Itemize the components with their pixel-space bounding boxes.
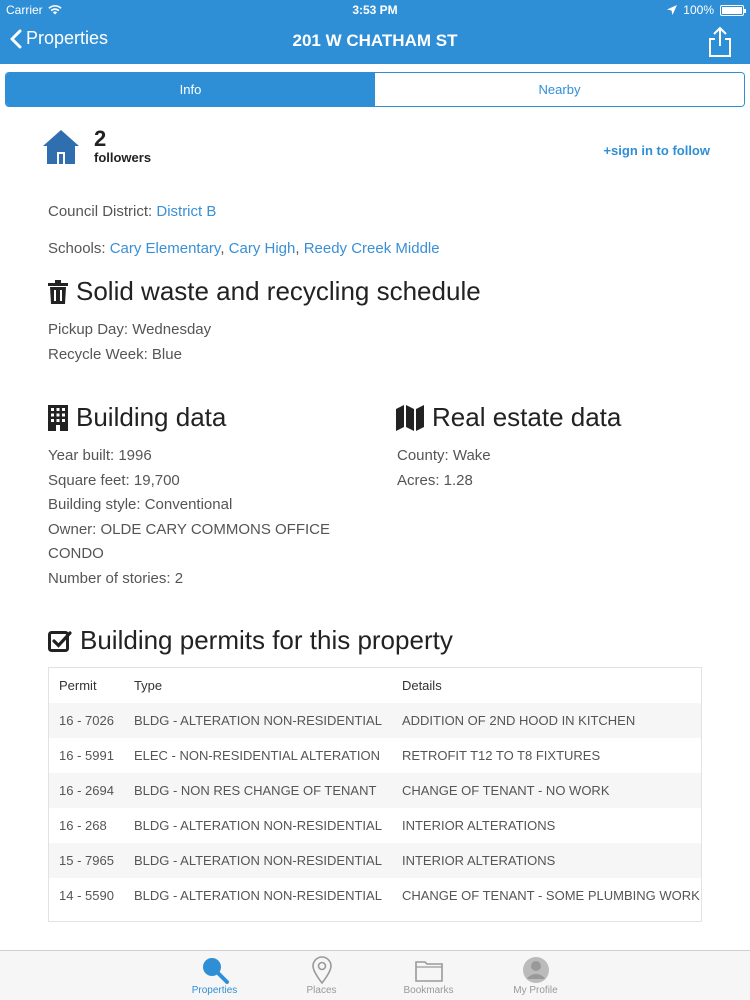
tab-nearby[interactable]: Nearby: [375, 73, 744, 106]
table-row[interactable]: 16 - 2694 BLDG - NON RES CHANGE OF TENAN…: [49, 773, 701, 808]
permit-details: CHANGE OF TENANT - SOME PLUMBING WORK: [401, 888, 700, 903]
acres: Acres: 1.28: [397, 471, 473, 489]
permit-details: INTERIOR ALTERATIONS: [401, 818, 556, 833]
tabbar-label-places: Places: [306, 985, 337, 996]
waste-details: Pickup Day: Wednesday Recycle Week: Blue: [48, 318, 211, 367]
share-icon[interactable]: [706, 26, 734, 58]
column-header-details: Details: [401, 678, 442, 693]
followers-label: followers: [94, 150, 152, 165]
table-row[interactable]: 14 - 5590 BLDG - ALTERATION NON-RESIDENT…: [49, 878, 701, 913]
column-header-permit: Permit: [59, 678, 97, 693]
map-pin-icon: [311, 956, 332, 985]
county: County: Wake: [397, 447, 491, 464]
waste-section-heading: Solid waste and recycling schedule: [48, 276, 481, 307]
permit-details: INTERIOR ALTERATIONS: [401, 853, 556, 868]
permits-section-heading: Building permits for this property: [48, 625, 453, 656]
council-district-row: Council District: District B: [48, 203, 216, 220]
council-district-label: Council District:: [48, 203, 153, 220]
table-row[interactable]: 16 - 7026 BLDG - ALTERATION NON-RESIDENT…: [49, 703, 701, 738]
profile-icon: [522, 957, 549, 983]
building-icon: [48, 404, 68, 431]
permit-number: 14 - 5590: [59, 888, 114, 903]
square-feet: Square feet: 19,700: [48, 471, 180, 489]
permits-table: Permit Type Details 16 - 7026 BLDG - ALT…: [48, 667, 702, 922]
realestate-details: County: Wake Acres: 1.28: [397, 444, 491, 493]
status-time: 3:53 PM: [352, 3, 398, 17]
number-of-stories: Number of stories: 2: [48, 569, 184, 587]
permit-number: 16 - 268: [59, 818, 107, 833]
table-row[interactable]: 16 - 5991 ELEC - NON-RESIDENTIAL ALTERAT…: [49, 738, 701, 773]
checkbox-checked-icon: [48, 630, 72, 652]
tabbar-item-properties[interactable]: Properties: [161, 951, 268, 1000]
permit-type: BLDG - ALTERATION NON-RESIDENTIAL: [133, 818, 382, 833]
location-arrow-icon: [667, 5, 678, 15]
waste-section-title: Solid waste and recycling schedule: [76, 276, 481, 306]
permit-details: RETROFIT T12 TO T8 FIXTURES: [401, 748, 601, 763]
home-icon: [43, 129, 79, 164]
permit-type: BLDG - ALTERATION NON-RESIDENTIAL: [133, 713, 382, 728]
tab-info[interactable]: Info: [6, 73, 375, 106]
tabbar-item-places[interactable]: Places: [268, 951, 375, 1000]
column-header-type: Type: [133, 678, 163, 693]
council-district-link[interactable]: District B: [156, 203, 216, 220]
pickup-day: Pickup Day: Wednesday: [48, 321, 212, 338]
permit-number: 16 - 2694: [59, 783, 114, 798]
trash-icon: [48, 279, 68, 304]
permit-details: ADDITION OF 2ND HOOD IN KITCHEN: [401, 713, 636, 728]
recycle-week: Recycle Week: Blue: [48, 345, 182, 363]
tabbar-label-profile: My Profile: [513, 985, 558, 996]
tabbar-item-bookmarks[interactable]: Bookmarks: [375, 951, 482, 1000]
tab-bar: Properties Places Bookmarks My Profile: [0, 950, 750, 1000]
permits-section-title: Building permits for this property: [80, 625, 453, 655]
permit-number: 16 - 5991: [59, 748, 114, 763]
schools-row: Schools: Cary Elementary, Cary High, Ree…: [48, 240, 440, 257]
sign-in-to-follow-link[interactable]: +sign in to follow: [603, 143, 710, 158]
school-link-elementary[interactable]: Cary Elementary: [110, 240, 221, 257]
status-right: 100%: [667, 3, 746, 17]
permit-number: 15 - 7965: [59, 853, 114, 868]
tabbar-label-properties: Properties: [191, 985, 238, 996]
building-style: Building style: Conventional: [48, 496, 233, 513]
building-details: Year built: 1996 Square feet: 19,700 Bui…: [48, 444, 330, 591]
school-link-high[interactable]: Cary High: [229, 240, 296, 257]
permit-details: CHANGE OF TENANT - NO WORK: [401, 783, 610, 798]
battery-percent: 100%: [683, 3, 714, 17]
owner-line-1: Owner: OLDE CARY COMMONS OFFICE: [48, 520, 330, 538]
followers-block: 2 followers: [42, 128, 151, 165]
page-title: 201 W CHATHAM ST: [292, 31, 458, 50]
schools-label: Schools:: [48, 240, 106, 257]
tabbar-label-bookmarks: Bookmarks: [403, 985, 454, 996]
table-row[interactable]: 15 - 7965 BLDG - ALTERATION NON-RESIDENT…: [49, 843, 701, 878]
segmented-control: Info Nearby: [5, 72, 745, 107]
navigation-bar: Properties 201 W CHATHAM ST: [0, 20, 750, 64]
permit-type: ELEC - NON-RESIDENTIAL ALTERATION: [133, 748, 381, 763]
battery-icon: [720, 4, 746, 16]
table-header-row: Permit Type Details: [49, 668, 701, 703]
followers-count: 2: [94, 126, 107, 151]
owner-line-2: CONDO: [48, 545, 104, 562]
realestate-section-heading: Real estate data: [396, 402, 621, 433]
permit-type: BLDG - ALTERATION NON-RESIDENTIAL: [133, 888, 382, 903]
map-icon: [396, 404, 424, 431]
building-section-heading: Building data: [48, 402, 226, 433]
folder-icon: [414, 961, 443, 982]
permit-type: BLDG - NON RES CHANGE OF TENANT: [133, 783, 377, 798]
followers-text: 2 followers: [94, 126, 152, 166]
status-bar: Carrier 3:53 PM 100%: [0, 0, 750, 20]
building-section-title: Building data: [76, 402, 227, 432]
year-built: Year built: 1996: [48, 447, 152, 464]
school-link-middle[interactable]: Reedy Creek Middle: [304, 240, 440, 257]
table-row[interactable]: 16 - 268 BLDG - ALTERATION NON-RESIDENTI…: [49, 808, 701, 843]
realestate-section-title: Real estate data: [432, 402, 622, 432]
permit-number: 16 - 7026: [59, 713, 114, 728]
search-icon: [202, 958, 229, 984]
permit-type: BLDG - ALTERATION NON-RESIDENTIAL: [133, 853, 382, 868]
tabbar-item-profile[interactable]: My Profile: [482, 951, 589, 1000]
